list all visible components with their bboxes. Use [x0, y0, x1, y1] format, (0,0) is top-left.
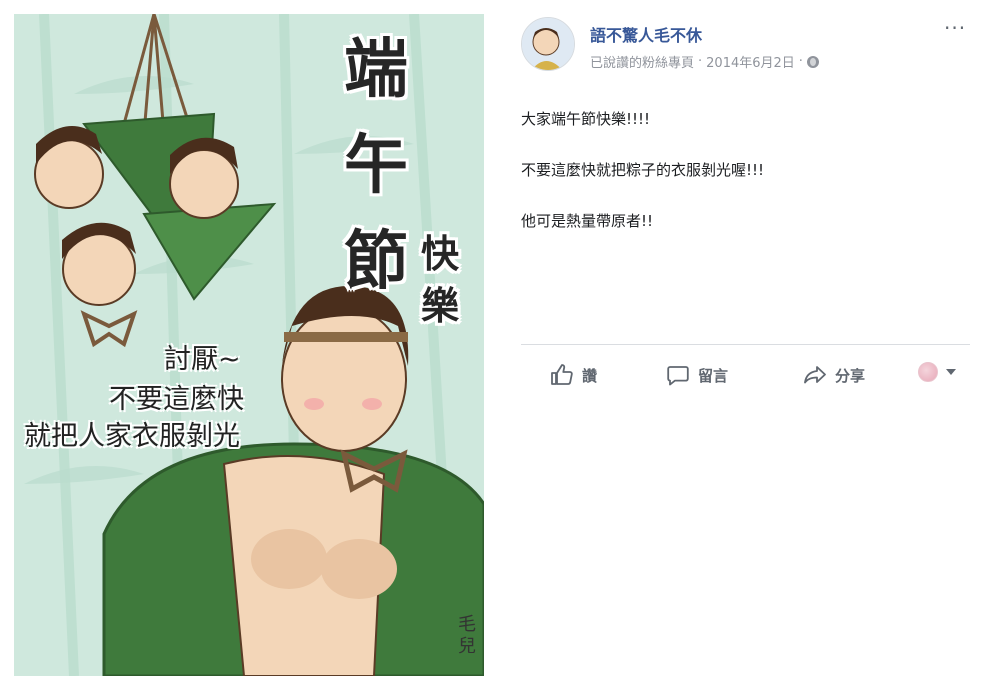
page-name-link[interactable]: 語不驚人毛不休: [590, 22, 702, 46]
reaction-avatar-icon: [918, 362, 938, 382]
chevron-down-icon: [946, 369, 956, 375]
title-char: 端: [344, 33, 408, 107]
liked-page-label: 已說讚的粉絲專頁: [590, 56, 695, 71]
action-divider: [521, 344, 970, 345]
signature-char: 兒: [458, 636, 476, 657]
thumbs-up-icon: [551, 364, 573, 385]
share-button[interactable]: 分享: [803, 360, 865, 390]
comment-label: 留言: [698, 366, 729, 385]
speech-line: 不要這麼快: [109, 384, 244, 415]
comment-bubble-icon: [667, 366, 689, 386]
globe-icon[interactable]: [806, 55, 819, 68]
artist-signature: 毛 兒: [458, 614, 480, 658]
reaction-selector[interactable]: [918, 362, 956, 382]
title-char: 節: [344, 225, 408, 299]
meta-separator: ·: [698, 54, 703, 69]
page-avatar[interactable]: [521, 17, 575, 71]
speech-line: 討厭~: [164, 344, 241, 375]
post-meta: 已說讚的粉絲專頁 · 2014年6月2日 ·: [590, 52, 819, 71]
more-options-icon[interactable]: ···: [944, 18, 966, 38]
comment-button[interactable]: 留言: [666, 360, 728, 390]
meta-separator: ·: [798, 54, 803, 69]
post-text-line: 不要這麼快就把粽子的衣服剝光喔!!!: [521, 161, 765, 179]
title-char: 午: [344, 129, 408, 203]
signature-char: 毛: [458, 614, 476, 635]
speech-line: 就把人家衣服剝光: [24, 421, 240, 452]
illustration-subtitle: 快 樂: [418, 228, 462, 332]
post-text-line: 大家端午節快樂!!!!: [521, 110, 651, 128]
subtitle-char: 樂: [420, 284, 459, 328]
like-label: 讚: [582, 366, 598, 385]
post-timestamp[interactable]: 2014年6月2日: [706, 52, 795, 71]
like-button[interactable]: 讚: [550, 360, 597, 390]
subtitle-char: 快: [420, 232, 459, 276]
post-text-line: 他可是熱量帶原者!!: [521, 212, 654, 230]
post-illustration[interactable]: 端 午 節 快 樂 討厭~ 不要這麼快 就把人家衣服剝光 毛 兒: [14, 14, 484, 676]
avatar-image: [522, 18, 574, 70]
illustration-title: 端 午 節: [336, 22, 416, 310]
share-arrow-icon: [804, 366, 826, 384]
share-label: 分享: [835, 366, 866, 385]
